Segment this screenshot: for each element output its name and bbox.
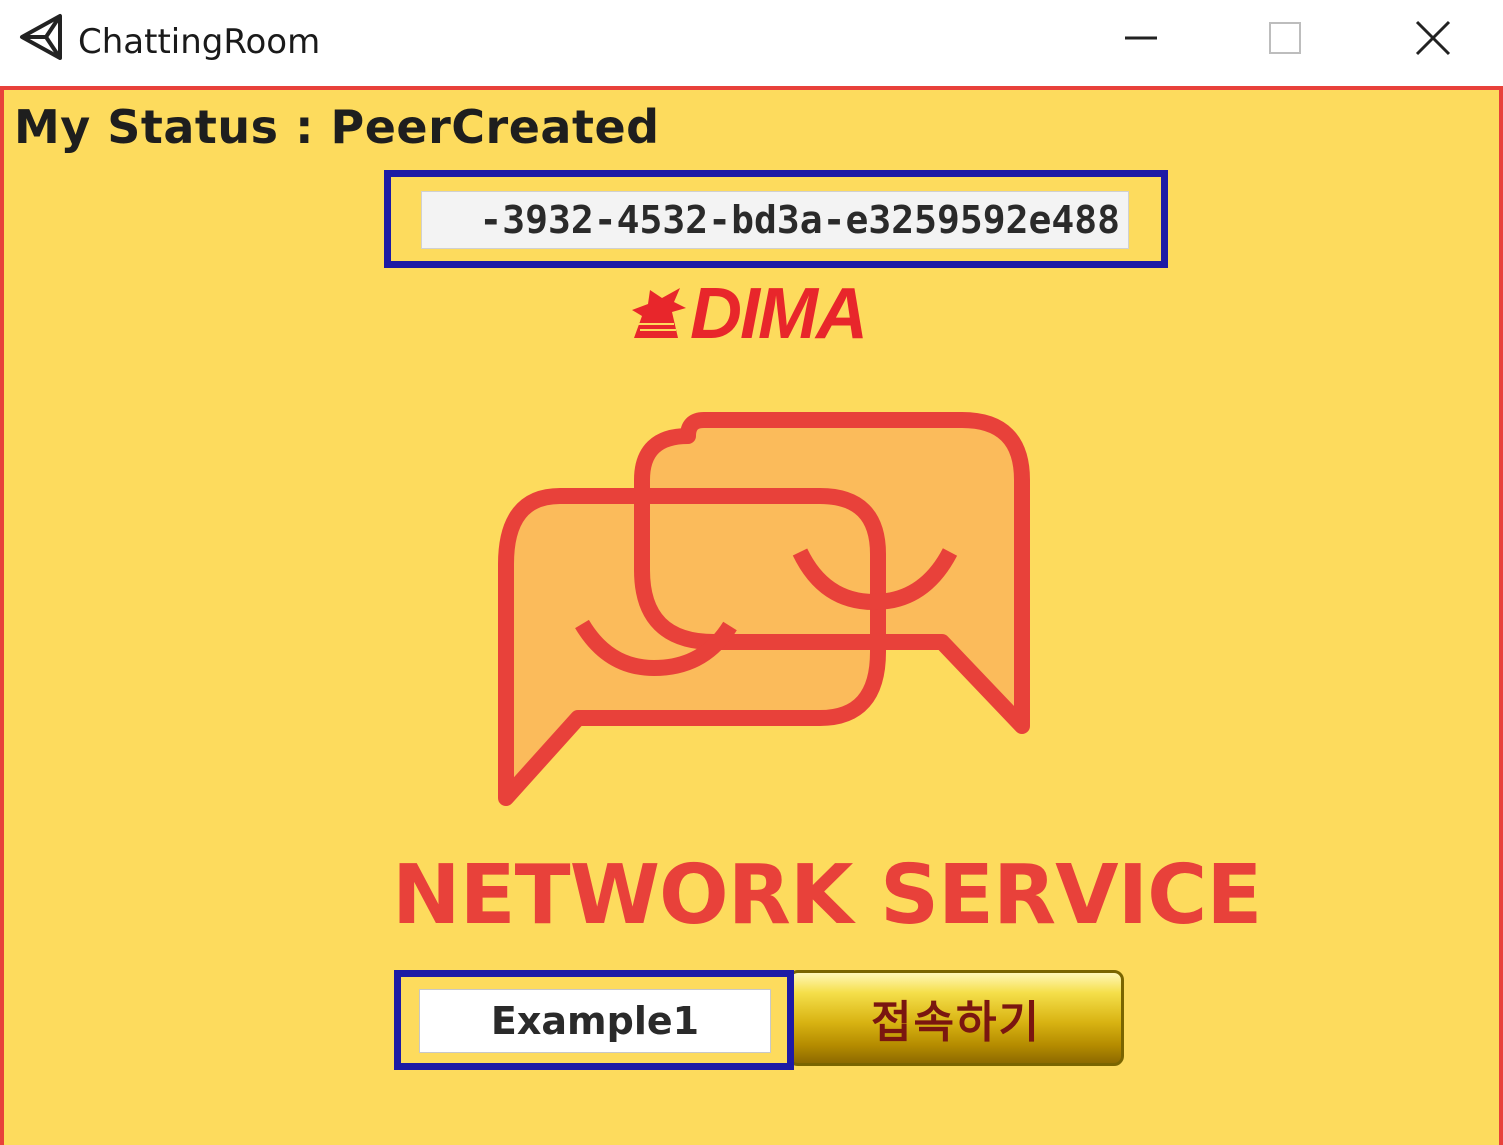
status-label: My Status : PeerCreated	[14, 100, 660, 154]
close-icon	[1414, 19, 1452, 61]
chat-login-panel: My Status : PeerCreated -3932-4532-bd3a-…	[0, 86, 1503, 1145]
minimize-button[interactable]	[1068, 0, 1214, 80]
title-bar: ChattingRoom	[0, 0, 1503, 86]
peer-id-field[interactable]: -3932-4532-bd3a-e3259592e488	[421, 191, 1129, 249]
unity-logo-icon	[16, 12, 66, 62]
app-window: ChattingRoom My Status : PeerCreated -39…	[0, 0, 1503, 1145]
connect-button[interactable]: 접속하기	[788, 970, 1124, 1066]
maximize-icon	[1267, 20, 1303, 60]
chat-bubbles-icon	[490, 406, 1040, 816]
peer-id-highlight: -3932-4532-bd3a-e3259592e488	[384, 170, 1168, 268]
connect-button-label: 접속하기	[871, 997, 1041, 1048]
dima-logo: DIMA	[628, 274, 868, 354]
close-button[interactable]	[1360, 0, 1503, 80]
logo-text: DIMA	[690, 274, 868, 354]
minimize-icon	[1123, 20, 1159, 60]
name-field-highlight: Example1	[394, 970, 794, 1070]
window-title: ChattingRoom	[78, 22, 321, 62]
dragon-head-icon	[628, 280, 688, 348]
nickname-field[interactable]: Example1	[419, 989, 771, 1053]
service-title: NETWORK SERVICE	[392, 848, 1262, 943]
maximize-button[interactable]	[1212, 0, 1358, 80]
